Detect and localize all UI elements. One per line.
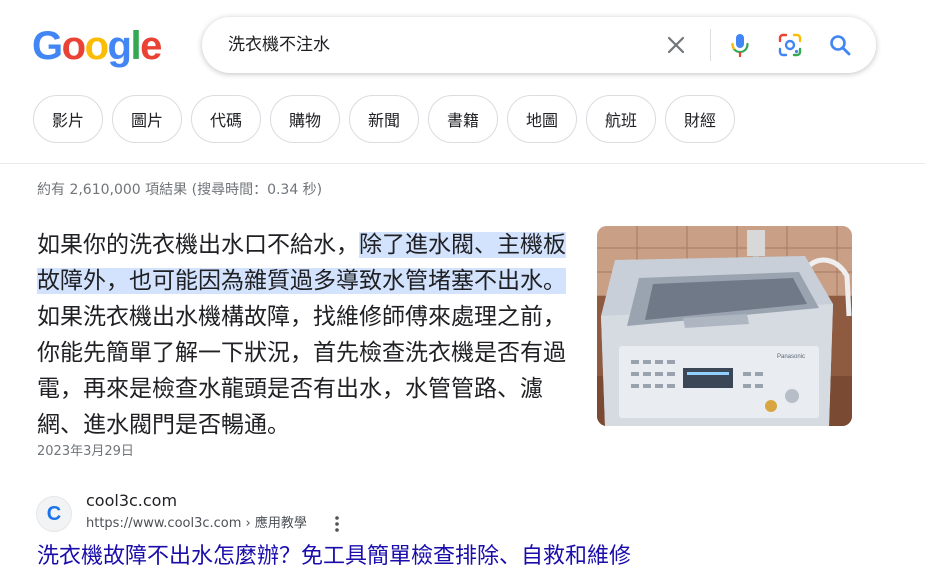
snippet-text-after: 如果洗衣機出水機構故障，找維修師傅來處理之前，你能先簡單了解一下狀況，首先檢查洗… — [37, 304, 566, 438]
voice-search-button[interactable] — [726, 31, 754, 59]
snippet-text-before: 如果你的洗衣機出水口不給水， — [37, 232, 359, 258]
lens-icon — [778, 33, 802, 57]
header-divider — [0, 163, 925, 164]
clear-button[interactable] — [664, 33, 688, 57]
search-results-page: Google 洗衣機不注水 影片 圖片 代碼 購物 新聞 書籍 地圖 航班 財經… — [0, 0, 925, 575]
chip-codes[interactable]: 代碼 — [191, 95, 261, 143]
mic-icon — [731, 34, 749, 57]
result-url[interactable]: https://www.cool3c.com › 應用教學 — [86, 515, 307, 533]
site-favicon[interactable]: C — [36, 496, 72, 532]
search-box: 洗衣機不注水 — [202, 17, 876, 73]
more-options-button[interactable] — [328, 514, 346, 534]
favicon-letter: C — [46, 502, 62, 525]
logo-letter: G — [32, 24, 63, 68]
chip-shopping[interactable]: 購物 — [270, 95, 340, 143]
close-icon — [667, 36, 685, 54]
snippet-date: 2023年3月29日 — [37, 444, 134, 459]
chip-flights[interactable]: 航班 — [586, 95, 656, 143]
logo-letter: o — [61, 24, 86, 68]
more-vert-icon — [335, 516, 339, 532]
image-search-button[interactable] — [776, 31, 804, 59]
search-submit-button[interactable] — [826, 31, 854, 59]
logo-letter: o — [84, 24, 109, 68]
result-stats: 約有 2,610,000 項結果 (搜尋時間：0.34 秒) — [37, 182, 323, 198]
featured-snippet-text: 如果你的洗衣機出水口不給水，除了進水閥、主機板故障外，也可能因為雜質過多導致水管… — [37, 227, 577, 443]
logo-letter: e — [140, 24, 162, 68]
logo-letter: g — [107, 24, 132, 68]
search-input[interactable]: 洗衣機不注水 — [228, 33, 330, 57]
washing-machine-image: Panasonic — [597, 226, 852, 426]
logo-letter: l — [130, 24, 141, 68]
result-site-name[interactable]: cool3c.com — [86, 491, 177, 511]
chip-images[interactable]: 圖片 — [112, 95, 182, 143]
result-title-link[interactable]: 洗衣機故障不出水怎麼辦？免工具簡單檢查排除、自救和維修 — [37, 541, 631, 573]
chip-books[interactable]: 書籍 — [428, 95, 498, 143]
chip-maps[interactable]: 地圖 — [507, 95, 577, 143]
google-logo[interactable]: Google — [32, 22, 162, 70]
machine-brand-logo: Panasonic — [777, 354, 805, 360]
search-icon — [830, 35, 851, 56]
chip-news[interactable]: 新聞 — [349, 95, 419, 143]
chip-finance[interactable]: 財經 — [665, 95, 735, 143]
snippet-image[interactable]: Panasonic — [597, 226, 852, 426]
chip-videos[interactable]: 影片 — [33, 95, 103, 143]
filter-chips: 影片 圖片 代碼 購物 新聞 書籍 地圖 航班 財經 — [33, 95, 735, 143]
search-divider — [710, 29, 711, 61]
